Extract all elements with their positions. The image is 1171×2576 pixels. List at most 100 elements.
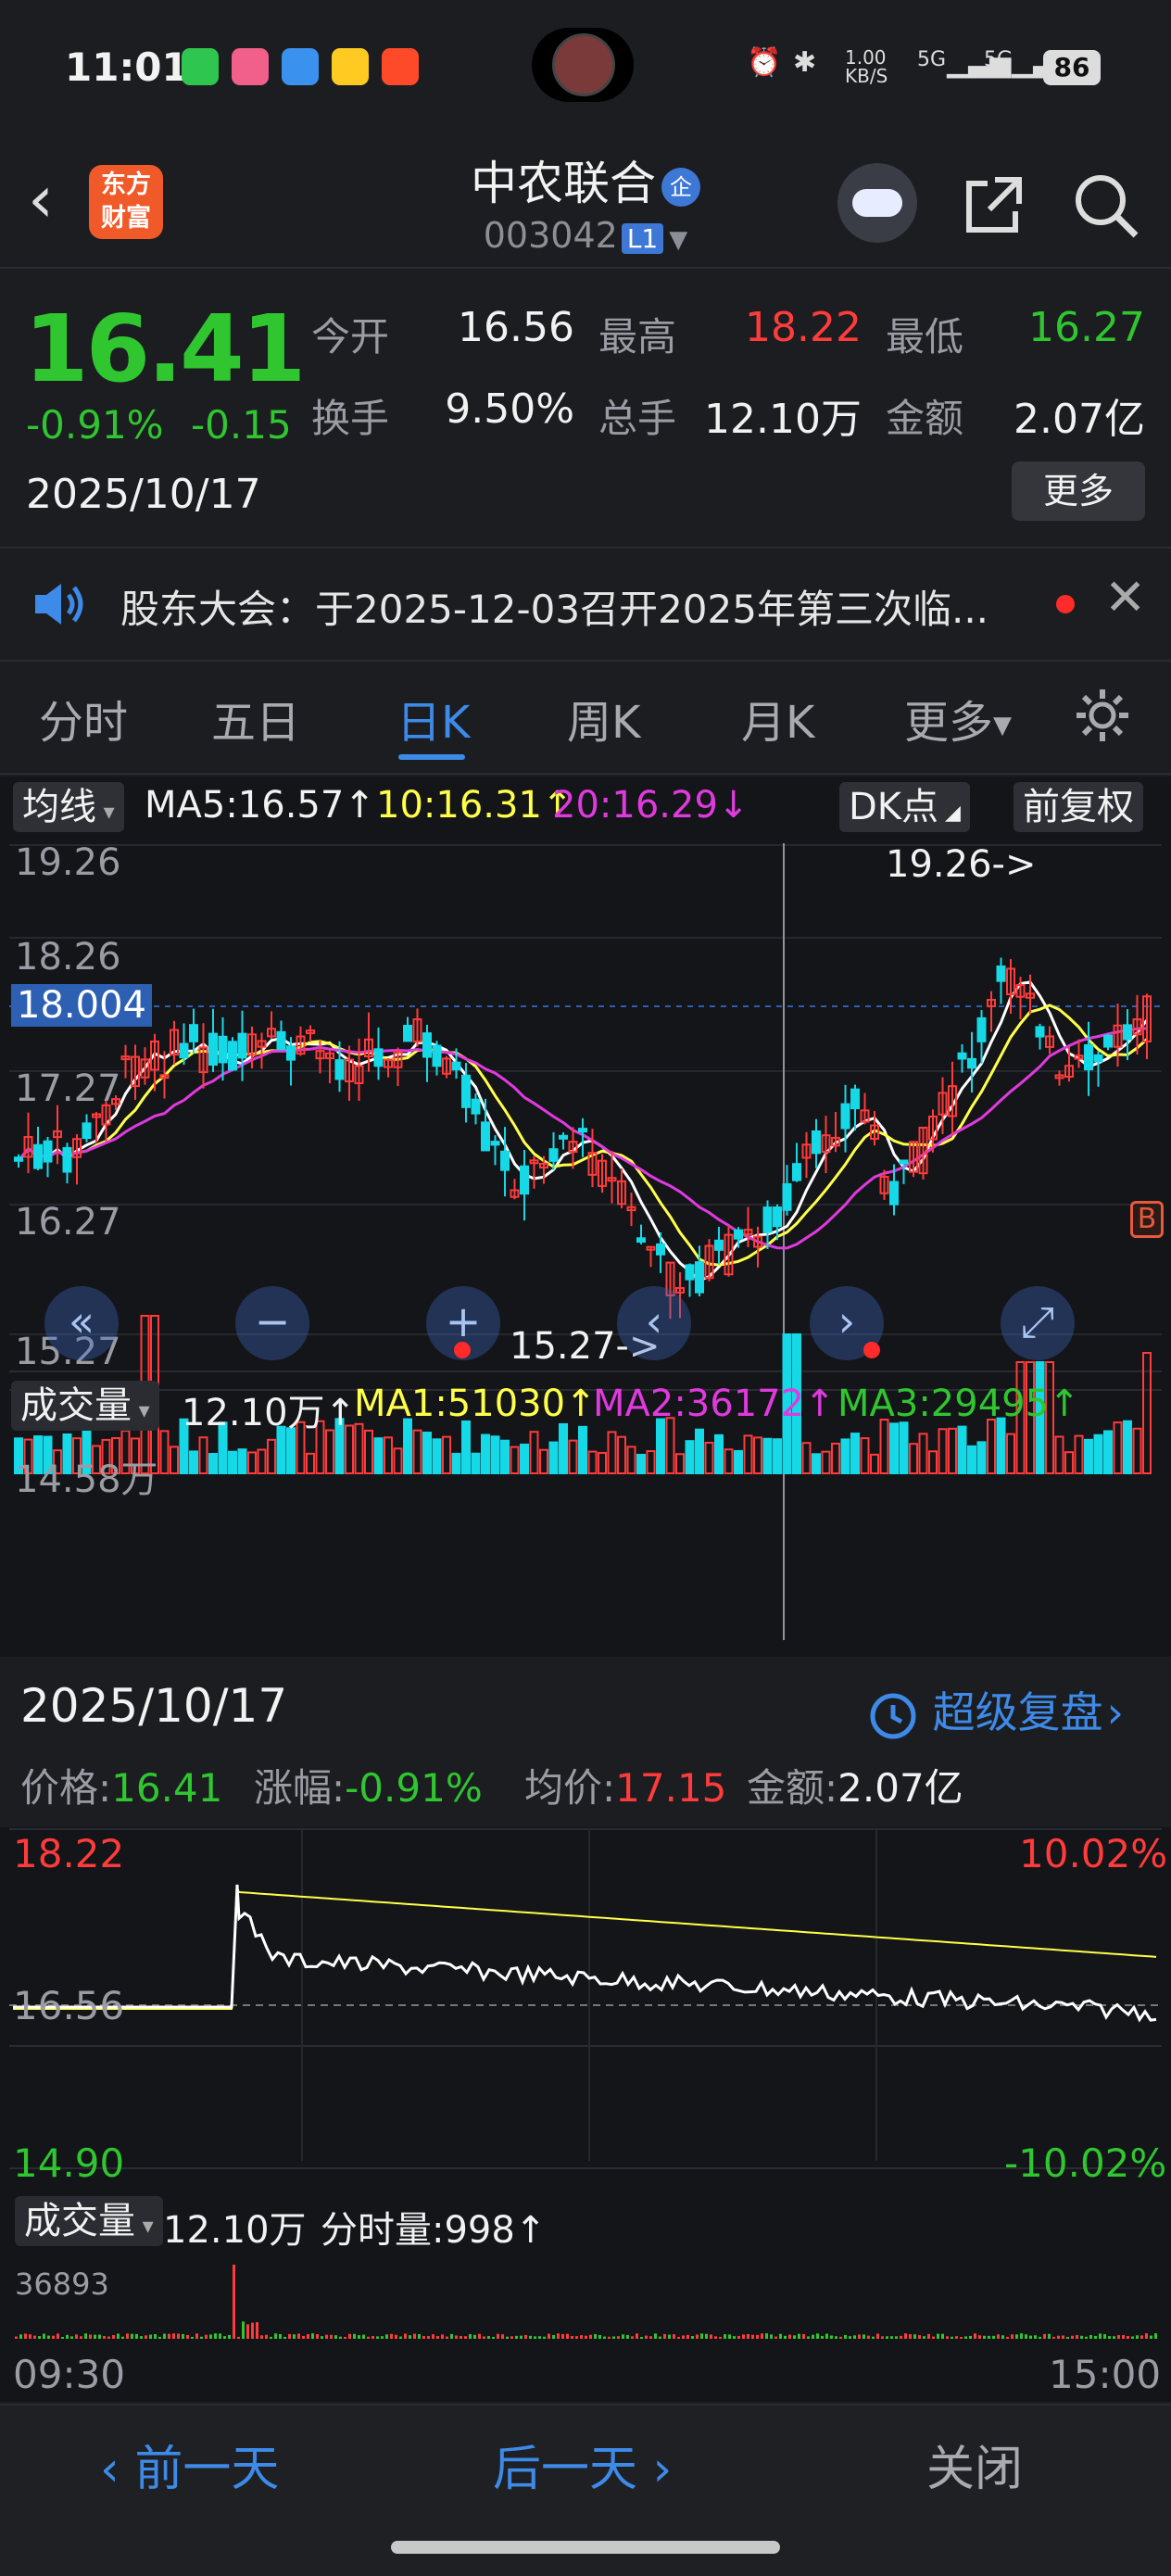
prev-day-button[interactable]: ‹ 前一天 — [100, 2430, 279, 2499]
tick-volume-bar — [316, 2334, 319, 2339]
zoom-out-icon[interactable]: − — [235, 1286, 309, 1360]
tick-volume-bar — [321, 2336, 323, 2339]
tick-volume-bar — [478, 2333, 481, 2339]
chevron-right-icon: › — [1106, 1687, 1125, 1737]
tick-volume-bar — [89, 2334, 92, 2339]
super-replay-button[interactable]: 超级复盘› — [867, 1679, 1124, 1742]
volume-bar — [559, 1422, 568, 1475]
tick-volume-bar — [654, 2333, 657, 2339]
tick-volume-bar — [798, 2333, 800, 2339]
tick-volume-bar — [543, 2336, 546, 2339]
notice-text[interactable]: 股东大会：于2025-12-03召开2025年第三次临... — [120, 578, 988, 635]
volume-bar — [743, 1434, 753, 1474]
tick-volume-bar — [237, 2336, 240, 2339]
stock-code: 003042 — [483, 215, 618, 256]
candlestick-chart[interactable] — [0, 834, 1171, 1649]
settings-gear-icon[interactable] — [1073, 686, 1132, 749]
search-icon[interactable] — [1071, 170, 1141, 251]
tab-five-day[interactable]: 五日 — [211, 686, 300, 751]
tab-more[interactable]: 更多▼ — [904, 686, 1012, 751]
current-price: 16.41 — [24, 295, 306, 403]
volume-bar — [373, 1437, 384, 1474]
tab-weekly-k[interactable]: 周K — [567, 686, 640, 751]
change-amount: -0.15 — [191, 402, 292, 448]
tick-volume-bar — [988, 2335, 990, 2339]
volume-indicator-button[interactable]: 成交量 ▾ — [11, 1381, 159, 1431]
tick-volume-bar — [339, 2336, 342, 2339]
volume-bar — [636, 1453, 646, 1474]
tick-volume-bar — [469, 2333, 472, 2339]
tick-volume-bar — [598, 2334, 601, 2339]
candle-body — [578, 1128, 587, 1133]
share-icon[interactable] — [960, 170, 1028, 249]
tick-volume-bar — [524, 2334, 527, 2339]
tick-volume-bar — [344, 2336, 346, 2339]
tick-volume-bar — [1099, 2333, 1102, 2339]
tick-volume-bar — [52, 2335, 55, 2339]
volume-bar — [529, 1431, 539, 1475]
tab-monthly-k[interactable]: 月K — [741, 686, 814, 751]
tick-volume-bar — [1140, 2335, 1143, 2339]
tab-daily-k[interactable]: 日K — [397, 686, 470, 751]
tick-volume-bar — [1094, 2335, 1097, 2339]
tick-volume-bar — [955, 2336, 958, 2339]
candle-body — [422, 1032, 432, 1058]
tick-volume-bar — [927, 2333, 930, 2339]
tick-volume-bar — [557, 2333, 560, 2339]
chevron-left-icon: ‹ — [100, 2442, 135, 2497]
tick-volume-bar — [825, 2333, 828, 2339]
tick-volume-bar — [969, 2335, 972, 2339]
tick-volume-bar — [1034, 2335, 1037, 2339]
tick-volume-bar — [1076, 2334, 1078, 2339]
dk-point-button[interactable]: DK点 ◢ — [839, 782, 970, 832]
volume-bar — [159, 1430, 170, 1474]
volume-bar — [840, 1438, 850, 1474]
volume-bar — [198, 1436, 208, 1475]
candle-body — [334, 1059, 345, 1080]
adjust-mode-button[interactable]: 前复权 — [1014, 782, 1143, 832]
tick-volume-bar — [867, 2335, 870, 2339]
tick-volume-bar — [283, 2336, 286, 2339]
candle-body — [773, 1206, 782, 1228]
tick-volume-bar — [80, 2336, 82, 2339]
tick-volume-bar — [566, 2333, 569, 2339]
tick-volume-bar — [214, 2333, 217, 2339]
buy-signal-badge[interactable]: B — [1130, 1201, 1164, 1238]
intraday-chart[interactable] — [0, 1827, 1171, 2402]
volume-bar — [607, 1431, 617, 1475]
close-button[interactable]: 关闭 — [926, 2430, 1023, 2499]
tick-volume-bar — [107, 2336, 110, 2339]
tick-volume-bar — [733, 2336, 736, 2339]
amount-label: 金额: — [747, 1765, 838, 1811]
tick-volume-bar — [219, 2333, 221, 2339]
price-axis-label-2: 18.26 — [15, 936, 121, 979]
tick-volume-bar — [422, 2336, 425, 2339]
intraday-vol-total: 12.10万 — [163, 2209, 307, 2252]
more-quote-button[interactable]: 更多 — [1012, 461, 1145, 521]
tick-volume-bar — [385, 2334, 388, 2339]
candle-body — [373, 1048, 384, 1067]
price-axis-label-4: 16.27 — [15, 1201, 121, 1244]
volume-bar — [257, 1448, 267, 1474]
tick-volume-bar — [696, 2334, 699, 2339]
vol-total-legend: 12.10万↑ — [182, 1392, 357, 1434]
candle-body — [889, 1181, 899, 1206]
tick-volume-bar — [895, 2336, 898, 2339]
assistant-robot-icon[interactable] — [837, 163, 917, 243]
tick-volume-bar — [121, 2336, 124, 2339]
volume-bar — [442, 1435, 451, 1474]
intraday-volume-button[interactable]: 成交量 ▾ — [15, 2196, 163, 2246]
next-day-button[interactable]: 后一天 › — [493, 2430, 672, 2499]
ma-selector-button[interactable]: 均线 ▾ — [13, 782, 124, 832]
tab-intraday[interactable]: 分时 — [39, 686, 128, 751]
tick-volume-bar — [585, 2335, 587, 2339]
close-icon[interactable]: ✕ — [1104, 573, 1146, 623]
scroll-back-icon[interactable]: ‹ — [617, 1286, 691, 1360]
candle-body — [976, 1017, 987, 1042]
volume-bar — [170, 1446, 179, 1474]
scroll-left-icon[interactable]: « — [44, 1286, 119, 1360]
volume-bar — [734, 1449, 743, 1475]
volume-bar — [870, 1453, 879, 1474]
tick-volume-bar — [182, 2333, 184, 2339]
fullscreen-icon[interactable]: ⤢ — [1001, 1286, 1075, 1360]
